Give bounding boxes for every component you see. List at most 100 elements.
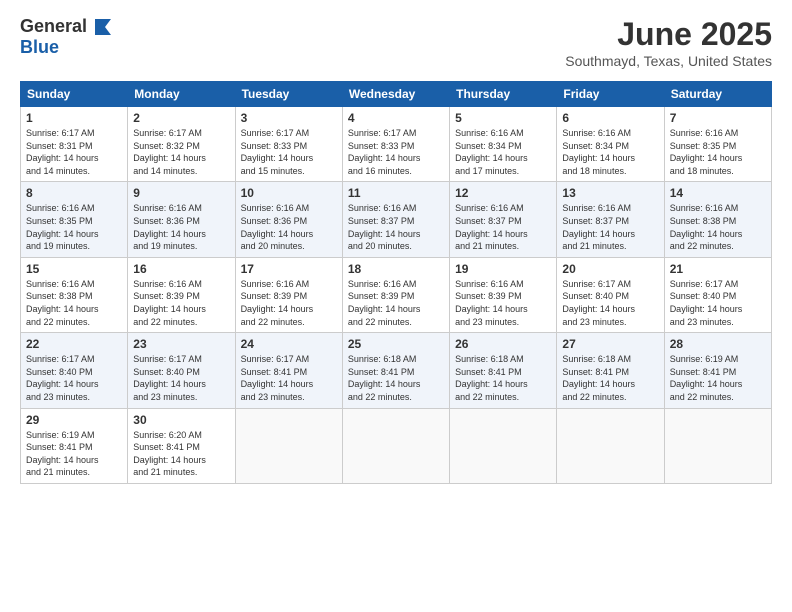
day-number: 22: [26, 337, 122, 351]
day-info: Sunrise: 6:16 AMSunset: 8:37 PMDaylight:…: [562, 202, 658, 252]
table-row: 9 Sunrise: 6:16 AMSunset: 8:36 PMDayligh…: [128, 182, 235, 257]
table-row: [450, 408, 557, 483]
day-info: Sunrise: 6:18 AMSunset: 8:41 PMDaylight:…: [562, 353, 658, 403]
location-subtitle: Southmayd, Texas, United States: [565, 53, 772, 69]
day-number: 24: [241, 337, 337, 351]
day-number: 25: [348, 337, 444, 351]
day-number: 27: [562, 337, 658, 351]
day-info: Sunrise: 6:16 AMSunset: 8:35 PMDaylight:…: [26, 202, 122, 252]
day-number: 16: [133, 262, 229, 276]
table-row: 5 Sunrise: 6:16 AMSunset: 8:34 PMDayligh…: [450, 107, 557, 182]
table-row: 29 Sunrise: 6:19 AMSunset: 8:41 PMDaylig…: [21, 408, 128, 483]
day-info: Sunrise: 6:17 AMSunset: 8:31 PMDaylight:…: [26, 127, 122, 177]
col-friday: Friday: [557, 82, 664, 107]
day-info: Sunrise: 6:17 AMSunset: 8:40 PMDaylight:…: [133, 353, 229, 403]
day-info: Sunrise: 6:16 AMSunset: 8:36 PMDaylight:…: [241, 202, 337, 252]
logo: General Blue: [20, 16, 115, 58]
table-row: 8 Sunrise: 6:16 AMSunset: 8:35 PMDayligh…: [21, 182, 128, 257]
day-info: Sunrise: 6:16 AMSunset: 8:38 PMDaylight:…: [670, 202, 766, 252]
day-info: Sunrise: 6:18 AMSunset: 8:41 PMDaylight:…: [455, 353, 551, 403]
title-block: June 2025 Southmayd, Texas, United State…: [565, 16, 772, 69]
day-number: 8: [26, 186, 122, 200]
day-number: 21: [670, 262, 766, 276]
table-row: [557, 408, 664, 483]
table-row: 6 Sunrise: 6:16 AMSunset: 8:34 PMDayligh…: [557, 107, 664, 182]
table-row: 17 Sunrise: 6:16 AMSunset: 8:39 PMDaylig…: [235, 257, 342, 332]
header: General Blue June 2025 Southmayd, Texas,…: [20, 16, 772, 69]
table-row: 23 Sunrise: 6:17 AMSunset: 8:40 PMDaylig…: [128, 333, 235, 408]
month-title: June 2025: [565, 16, 772, 53]
table-row: 13 Sunrise: 6:16 AMSunset: 8:37 PMDaylig…: [557, 182, 664, 257]
day-info: Sunrise: 6:16 AMSunset: 8:36 PMDaylight:…: [133, 202, 229, 252]
table-row: [664, 408, 771, 483]
table-row: 19 Sunrise: 6:16 AMSunset: 8:39 PMDaylig…: [450, 257, 557, 332]
day-number: 10: [241, 186, 337, 200]
day-info: Sunrise: 6:19 AMSunset: 8:41 PMDaylight:…: [26, 429, 122, 479]
day-number: 5: [455, 111, 551, 125]
table-row: 1 Sunrise: 6:17 AMSunset: 8:31 PMDayligh…: [21, 107, 128, 182]
table-row: 10 Sunrise: 6:16 AMSunset: 8:36 PMDaylig…: [235, 182, 342, 257]
col-sunday: Sunday: [21, 82, 128, 107]
table-row: 24 Sunrise: 6:17 AMSunset: 8:41 PMDaylig…: [235, 333, 342, 408]
day-info: Sunrise: 6:16 AMSunset: 8:34 PMDaylight:…: [455, 127, 551, 177]
day-info: Sunrise: 6:17 AMSunset: 8:40 PMDaylight:…: [562, 278, 658, 328]
day-number: 12: [455, 186, 551, 200]
table-row: 14 Sunrise: 6:16 AMSunset: 8:38 PMDaylig…: [664, 182, 771, 257]
day-info: Sunrise: 6:17 AMSunset: 8:41 PMDaylight:…: [241, 353, 337, 403]
day-number: 11: [348, 186, 444, 200]
table-row: 7 Sunrise: 6:16 AMSunset: 8:35 PMDayligh…: [664, 107, 771, 182]
table-row: 22 Sunrise: 6:17 AMSunset: 8:40 PMDaylig…: [21, 333, 128, 408]
day-number: 20: [562, 262, 658, 276]
day-info: Sunrise: 6:16 AMSunset: 8:35 PMDaylight:…: [670, 127, 766, 177]
table-row: [342, 408, 449, 483]
day-number: 14: [670, 186, 766, 200]
day-info: Sunrise: 6:18 AMSunset: 8:41 PMDaylight:…: [348, 353, 444, 403]
day-number: 19: [455, 262, 551, 276]
table-row: 16 Sunrise: 6:16 AMSunset: 8:39 PMDaylig…: [128, 257, 235, 332]
day-number: 4: [348, 111, 444, 125]
table-row: 4 Sunrise: 6:17 AMSunset: 8:33 PMDayligh…: [342, 107, 449, 182]
table-row: 15 Sunrise: 6:16 AMSunset: 8:38 PMDaylig…: [21, 257, 128, 332]
logo-flag-icon: [91, 17, 115, 37]
col-wednesday: Wednesday: [342, 82, 449, 107]
table-row: 12 Sunrise: 6:16 AMSunset: 8:37 PMDaylig…: [450, 182, 557, 257]
day-info: Sunrise: 6:17 AMSunset: 8:33 PMDaylight:…: [348, 127, 444, 177]
day-info: Sunrise: 6:17 AMSunset: 8:32 PMDaylight:…: [133, 127, 229, 177]
day-info: Sunrise: 6:16 AMSunset: 8:39 PMDaylight:…: [455, 278, 551, 328]
logo-blue-text: Blue: [20, 37, 59, 58]
day-info: Sunrise: 6:17 AMSunset: 8:40 PMDaylight:…: [26, 353, 122, 403]
day-number: 17: [241, 262, 337, 276]
day-number: 6: [562, 111, 658, 125]
col-thursday: Thursday: [450, 82, 557, 107]
table-row: 26 Sunrise: 6:18 AMSunset: 8:41 PMDaylig…: [450, 333, 557, 408]
table-row: 3 Sunrise: 6:17 AMSunset: 8:33 PMDayligh…: [235, 107, 342, 182]
day-info: Sunrise: 6:16 AMSunset: 8:39 PMDaylight:…: [348, 278, 444, 328]
day-number: 15: [26, 262, 122, 276]
day-info: Sunrise: 6:19 AMSunset: 8:41 PMDaylight:…: [670, 353, 766, 403]
day-info: Sunrise: 6:16 AMSunset: 8:34 PMDaylight:…: [562, 127, 658, 177]
table-row: 18 Sunrise: 6:16 AMSunset: 8:39 PMDaylig…: [342, 257, 449, 332]
col-saturday: Saturday: [664, 82, 771, 107]
day-number: 28: [670, 337, 766, 351]
day-info: Sunrise: 6:20 AMSunset: 8:41 PMDaylight:…: [133, 429, 229, 479]
calendar-table: Sunday Monday Tuesday Wednesday Thursday…: [20, 81, 772, 484]
day-info: Sunrise: 6:17 AMSunset: 8:40 PMDaylight:…: [670, 278, 766, 328]
day-number: 1: [26, 111, 122, 125]
day-info: Sunrise: 6:16 AMSunset: 8:37 PMDaylight:…: [348, 202, 444, 252]
day-info: Sunrise: 6:16 AMSunset: 8:37 PMDaylight:…: [455, 202, 551, 252]
logo-general-text: General: [20, 16, 87, 37]
day-number: 2: [133, 111, 229, 125]
day-number: 7: [670, 111, 766, 125]
table-row: 27 Sunrise: 6:18 AMSunset: 8:41 PMDaylig…: [557, 333, 664, 408]
day-info: Sunrise: 6:17 AMSunset: 8:33 PMDaylight:…: [241, 127, 337, 177]
table-row: 30 Sunrise: 6:20 AMSunset: 8:41 PMDaylig…: [128, 408, 235, 483]
day-number: 30: [133, 413, 229, 427]
table-row: [235, 408, 342, 483]
day-number: 18: [348, 262, 444, 276]
day-number: 26: [455, 337, 551, 351]
table-row: 20 Sunrise: 6:17 AMSunset: 8:40 PMDaylig…: [557, 257, 664, 332]
table-row: 25 Sunrise: 6:18 AMSunset: 8:41 PMDaylig…: [342, 333, 449, 408]
table-row: 2 Sunrise: 6:17 AMSunset: 8:32 PMDayligh…: [128, 107, 235, 182]
day-number: 9: [133, 186, 229, 200]
table-row: 21 Sunrise: 6:17 AMSunset: 8:40 PMDaylig…: [664, 257, 771, 332]
